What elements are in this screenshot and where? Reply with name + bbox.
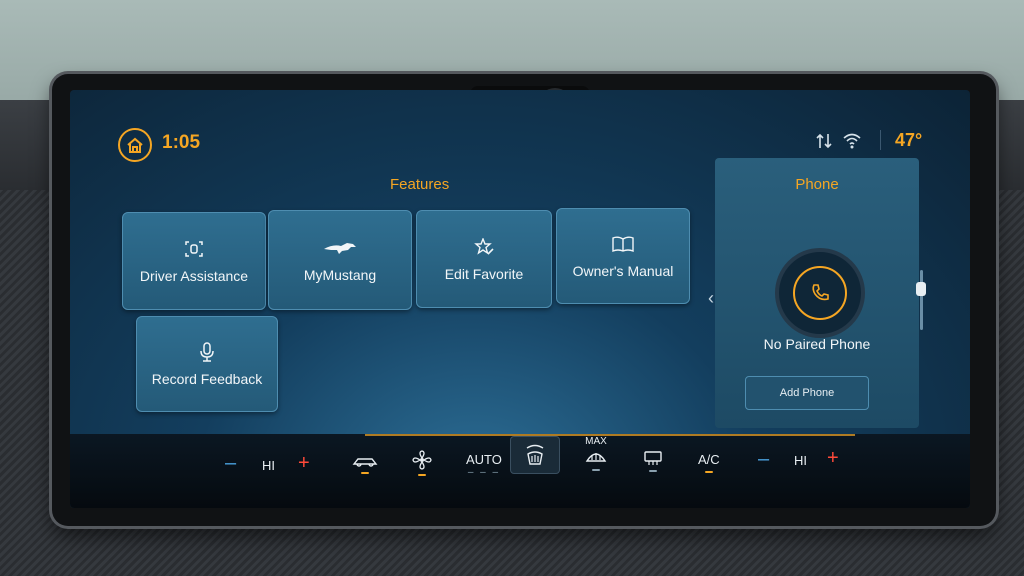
driver-assist-icon xyxy=(185,241,203,257)
home-icon xyxy=(127,137,143,153)
status-icons xyxy=(815,132,861,150)
tile-label: Driver Assistance xyxy=(139,268,249,284)
phone-status: No Paired Phone xyxy=(763,336,871,352)
driver-assistance-tile[interactable]: Driver Assistance xyxy=(122,212,266,310)
infotainment-screen: 1:05 47° Features Driver Assistance MyMu… xyxy=(70,90,970,508)
phone-icon xyxy=(812,284,829,301)
book-icon xyxy=(612,236,634,252)
ac-label: A/C xyxy=(698,452,720,467)
recirculation-icon xyxy=(352,458,378,467)
collapse-panel-chevron[interactable]: ‹ xyxy=(708,288,714,309)
left-fan-increase-button[interactable]: + xyxy=(298,452,310,475)
phone-button[interactable] xyxy=(775,248,865,338)
tile-label: Owner's Manual xyxy=(572,263,674,279)
features-title: Features xyxy=(390,176,450,193)
home-button[interactable] xyxy=(118,128,152,162)
front-defrost-icon xyxy=(526,444,544,465)
tile-label: Edit Favorite xyxy=(444,266,524,282)
mymustang-tile[interactable]: MyMustang xyxy=(268,210,412,310)
add-phone-button[interactable]: Add Phone xyxy=(745,376,869,410)
fan-icon xyxy=(412,450,432,470)
wifi-icon xyxy=(843,133,861,149)
fan-button[interactable] xyxy=(412,450,432,476)
mustang-pony-icon xyxy=(324,243,356,254)
right-fan-increase-button[interactable]: + xyxy=(827,447,839,470)
climate-glow xyxy=(365,434,855,436)
status-divider xyxy=(880,130,881,150)
record-feedback-tile[interactable]: Record Feedback xyxy=(136,316,278,412)
max-defrost-button[interactable]: MAX xyxy=(585,436,607,471)
tile-label: MyMustang xyxy=(303,267,377,283)
front-defrost-button[interactable] xyxy=(524,444,546,468)
phone-title: Phone xyxy=(795,176,839,193)
recirculation-button[interactable] xyxy=(352,454,378,474)
edit-favorite-tile[interactable]: Edit Favorite xyxy=(416,210,552,308)
clock: 1:05 xyxy=(162,132,201,153)
data-transfer-icon xyxy=(816,133,832,149)
tile-label: Record Feedback xyxy=(151,371,263,387)
right-fan-decrease-button[interactable]: – xyxy=(758,448,769,471)
owners-manual-tile[interactable]: Owner's Manual xyxy=(556,208,690,304)
auto-label: AUTO xyxy=(466,452,502,467)
auto-climate-button[interactable]: AUTO – – – xyxy=(466,452,502,478)
ac-button[interactable]: A/C xyxy=(698,452,720,473)
left-fan-level: HI xyxy=(262,458,275,473)
max-defrost-icon xyxy=(585,453,607,462)
rear-defrost-button[interactable] xyxy=(643,450,663,472)
rear-defrost-icon xyxy=(644,451,662,465)
scrollbar-thumb[interactable] xyxy=(916,282,926,296)
right-fan-level: HI xyxy=(794,453,807,468)
phone-panel: Phone No Paired Phone Add Phone xyxy=(715,158,919,428)
microphone-icon xyxy=(200,342,214,362)
outside-temperature: 47° xyxy=(895,130,923,150)
climate-bar: – HI + AUTO – – – MAX A/C – HI + xyxy=(70,434,970,508)
left-fan-decrease-button[interactable]: – xyxy=(225,452,236,475)
scrollbar-track[interactable] xyxy=(920,270,923,330)
max-label: MAX xyxy=(585,436,607,447)
star-edit-icon xyxy=(474,238,494,255)
